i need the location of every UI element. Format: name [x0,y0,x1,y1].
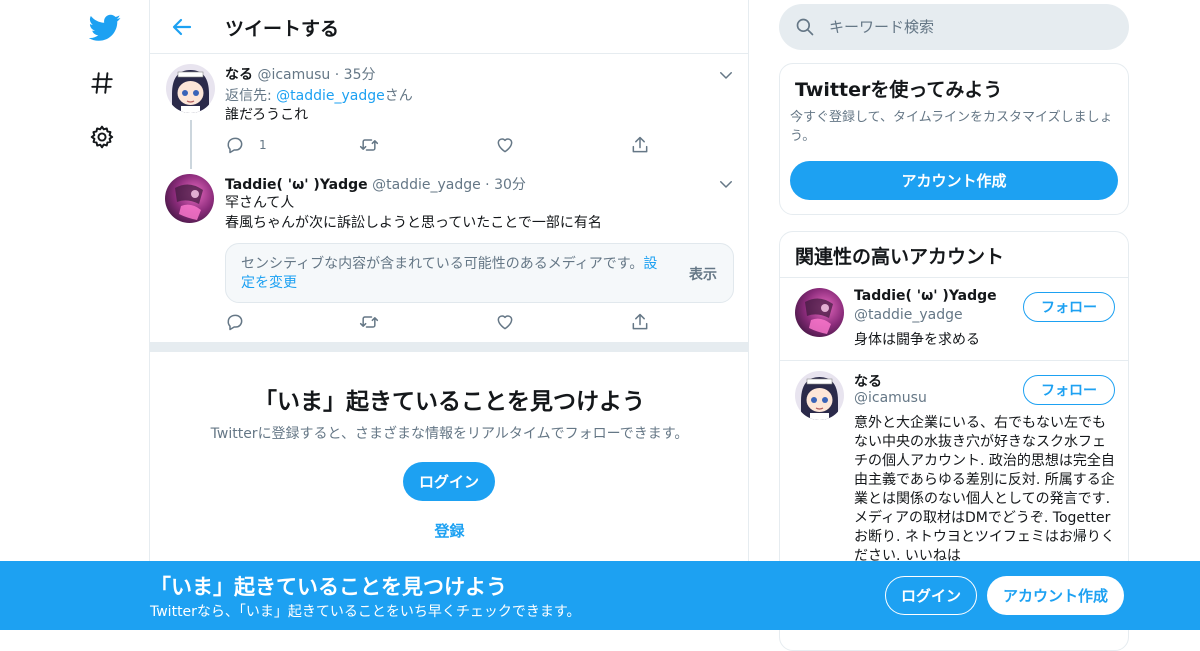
bottom-bar-subtitle: Twitterなら、「いま」起きていることをいち早くチェックできます。 [150,604,581,620]
follow-button[interactable]: フォロー [1023,292,1115,322]
tweet-author-handle[interactable]: @icamusu [257,67,330,83]
tweet-author-name[interactable]: なる [225,67,253,83]
tweet-timestamp[interactable]: 35分 [344,67,376,83]
tweet-actions [225,312,655,332]
card-subtitle: 今すぐ登録して、タイムラインをカスタマイズしましょう。 [790,110,1113,144]
back-arrow-icon[interactable] [170,15,194,39]
tweet-text: 誰だろうこれ [225,107,309,123]
heart-icon [495,312,515,332]
reply-icon [225,135,245,155]
show-media-button[interactable]: 表示 [689,264,717,284]
create-account-button[interactable]: アカウント作成 [987,576,1124,615]
reply-to-prefix: 返信先: [225,88,277,104]
hashtag-icon[interactable] [89,70,115,96]
page-title: ツイートする [225,18,340,40]
card-title: 関連性の高いアカウント [795,246,1005,268]
try-twitter-card: Twitterを使ってみよう 今すぐ登録して、タイムラインをカスタマイズしましょ… [779,63,1129,215]
gear-icon[interactable] [89,124,115,150]
share-icon [630,135,650,155]
twitter-logo-icon[interactable] [89,14,121,42]
follow-button[interactable]: フォロー [1023,375,1115,405]
like-button[interactable] [495,135,515,155]
bottom-bar-title: 「いま」起きていることを見つけよう [150,575,507,599]
create-account-button[interactable]: アカウント作成 [790,161,1118,200]
page-header: ツイートする [150,0,749,54]
search-icon [795,17,815,37]
search-input[interactable] [829,12,1109,42]
avatar[interactable] [795,288,844,337]
login-button[interactable]: ログイン [885,576,977,615]
signup-link[interactable]: 登録 [150,520,749,541]
share-button[interactable] [630,312,650,332]
reply-button[interactable]: 1 [225,135,267,155]
avatar[interactable] [795,371,844,420]
reply-button[interactable] [225,312,259,332]
tweet-reply-parent[interactable]: なる @icamusu · 35分 返信先: @taddie_yadgeさん 誰… [150,54,749,170]
chevron-down-icon[interactable] [717,66,735,84]
section-divider [150,342,749,352]
tweet-header: なる @icamusu · 35分 [225,64,375,84]
sensitive-media-warning: センシティブな内容が含まれている可能性のあるメディアです。設定を変更 表示 [225,243,734,303]
share-button[interactable] [630,135,650,155]
account-bio: 身体は闘争を求める [854,332,980,348]
reply-to-line: 返信先: @taddie_yadgeさん [225,85,413,105]
card-title: Twitterを使ってみよう [795,79,1003,101]
account-handle[interactable]: @taddie_yadge [854,307,963,323]
tweet-text-line-1: 罕さんて人 [225,195,295,211]
share-icon [630,312,650,332]
reply-to-suffix: さん [384,88,413,104]
retweet-button[interactable] [359,312,379,332]
discover-section: 「いま」起きていることを見つけよう Twitterに登録すると、さまざまな情報を… [150,352,749,562]
chevron-down-icon[interactable] [717,175,735,193]
separator-dot: · [334,67,340,83]
tweet-text-line-2: 春風ちゃんが次に訴訟しようと思っていたことで一部に有名 [225,215,602,231]
tweet-timestamp[interactable]: 30分 [494,177,526,193]
left-nav [80,0,130,630]
account-item[interactable]: Taddie( 'ω' )Yadge @taddie_yadge 身体は闘争を求… [780,277,1128,360]
reply-icon [225,312,245,332]
reply-count: 1 [259,138,267,152]
separator-dot: · [485,177,490,193]
discover-subtitle: Twitterに登録すると、さまざまな情報をリアルタイムでフォローできます。 [210,426,689,442]
tweet-author-handle[interactable]: @taddie_yadge [372,177,481,193]
heart-icon [495,135,515,155]
tweet-author-name[interactable]: Taddie( 'ω' )Yadge [225,177,368,193]
account-bio: 意外と大企業にいる、右でもない左でもない中央の水抜き穴が好きなスク水フェチの個人… [854,415,1115,564]
avatar[interactable] [166,64,215,113]
tweet-header: Taddie( 'ω' )Yadge @taddie_yadge · 30分 [225,174,526,194]
reply-to-handle-link[interactable]: @taddie_yadge [276,88,385,104]
retweet-button[interactable] [359,135,379,155]
search-bar[interactable] [779,4,1129,50]
account-name[interactable]: Taddie( 'ω' )Yadge [854,288,997,304]
sensitive-media-message: センシティブな内容が含まれている可能性のあるメディアです。設定を変更 [241,255,661,293]
avatar[interactable] [165,174,214,223]
retweet-icon [359,135,379,155]
thread-connector-line [190,120,192,169]
account-name[interactable]: なる [854,371,882,391]
discover-title: 「いま」起きていることを見つけよう [254,389,645,415]
tweet-actions: 1 [225,135,655,155]
like-button[interactable] [495,312,515,332]
login-button[interactable]: ログイン [403,462,495,501]
bottom-signup-bar: 「いま」起きていることを見つけよう Twitterなら、「いま」起きていることを… [0,561,1200,630]
retweet-icon [359,312,379,332]
account-handle[interactable]: @icamusu [854,390,927,406]
sensitive-media-text: センシティブな内容が含まれている可能性のあるメディアです。 [241,256,644,272]
main-column: ツイートする なる @icamusu · 35分 返信先: @taddie_ya… [149,0,749,630]
